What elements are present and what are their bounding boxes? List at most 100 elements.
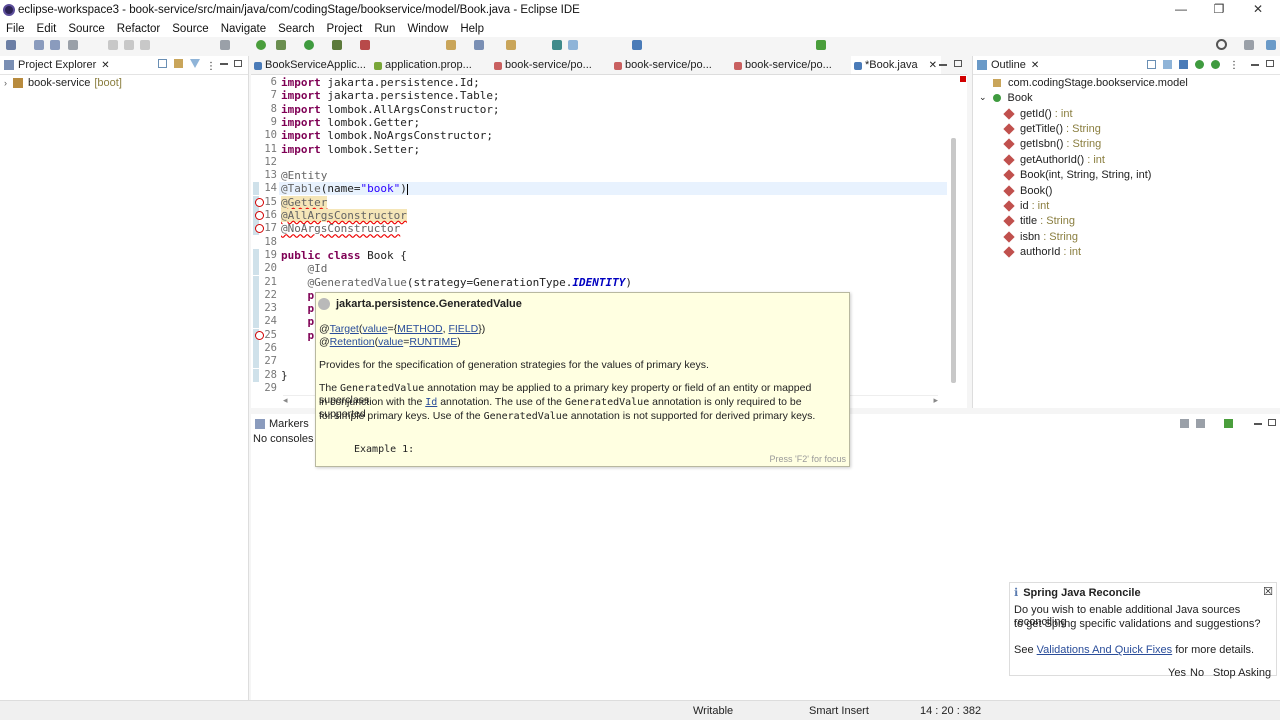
vertical-scrollbar[interactable] xyxy=(951,138,956,383)
code-line[interactable]: import lombok.Getter; xyxy=(281,116,420,129)
close-icon[interactable]: ✕ xyxy=(101,60,109,71)
save-icon[interactable] xyxy=(34,40,44,50)
new-icon[interactable] xyxy=(6,40,16,50)
mark-occurrences-icon[interactable] xyxy=(568,40,578,50)
tab-pom-1[interactable]: book-service/po... xyxy=(491,56,611,74)
new-java-icon[interactable] xyxy=(446,40,456,50)
menu-run[interactable]: Run xyxy=(368,23,401,35)
target-link[interactable]: Target xyxy=(330,323,359,335)
outline-member[interactable]: getId(): int xyxy=(1003,106,1073,121)
menu-help[interactable]: Help xyxy=(454,23,490,35)
run-icon[interactable] xyxy=(304,40,314,50)
code-line[interactable]: } xyxy=(281,369,288,382)
retention-value-link[interactable]: value xyxy=(378,336,403,348)
code-line[interactable]: import lombok.AllArgsConstructor; xyxy=(281,103,500,116)
code-line[interactable]: @NoArgsConstructor xyxy=(281,222,400,235)
minimize-view-icon[interactable] xyxy=(220,63,228,65)
code-line[interactable]: @Getter xyxy=(281,195,328,209)
globe-icon[interactable] xyxy=(632,40,642,50)
code-line[interactable]: p xyxy=(281,329,314,342)
project-explorer-tab[interactable]: Project Explorer ✕ ⋮ xyxy=(0,56,248,75)
outline-member[interactable]: isbn: String xyxy=(1003,229,1078,244)
close-icon[interactable]: ✕ xyxy=(1031,60,1039,71)
code-line[interactable]: import jakarta.persistence.Table; xyxy=(281,89,500,102)
no-button[interactable]: No xyxy=(1190,667,1204,679)
open-console-icon[interactable] xyxy=(1224,419,1233,428)
menu-project[interactable]: Project xyxy=(321,23,369,35)
outline-member[interactable]: authorId: int xyxy=(1003,245,1081,260)
stop-asking-button[interactable]: Stop Asking xyxy=(1213,667,1271,679)
menu-window[interactable]: Window xyxy=(401,23,454,35)
method-link[interactable]: METHOD xyxy=(397,323,443,335)
menu-source[interactable]: Source xyxy=(62,23,110,35)
display-console-icon[interactable] xyxy=(1196,419,1205,428)
code-line[interactable]: @Id xyxy=(281,262,327,275)
minimize-view-icon[interactable] xyxy=(1251,64,1259,66)
outline-member[interactable]: id: int xyxy=(1003,198,1049,213)
menu-refactor[interactable]: Refactor xyxy=(111,23,166,35)
outline-member[interactable]: title: String xyxy=(1003,214,1075,229)
maximize-button[interactable]: ❐ xyxy=(1204,2,1234,18)
menu-edit[interactable]: Edit xyxy=(31,23,63,35)
close-button[interactable]: ✕ xyxy=(1243,2,1273,18)
tab-application-properties[interactable]: application.prop... xyxy=(371,56,491,74)
retention-link[interactable]: Retention xyxy=(330,336,375,348)
java-perspective-icon[interactable] xyxy=(1266,40,1276,50)
chevron-down-icon[interactable]: ⌄ xyxy=(979,92,987,103)
outline-tab[interactable]: Outline ✕ ⋮ xyxy=(973,56,1280,75)
resume-icon[interactable] xyxy=(108,40,118,50)
view-menu-icon[interactable]: ⋮ xyxy=(1229,60,1239,71)
outline-member[interactable]: getAuthorId(): int xyxy=(1003,152,1105,167)
coverage-icon[interactable] xyxy=(332,40,342,50)
spring-icon[interactable] xyxy=(256,40,266,50)
close-tab-icon[interactable]: ✕ xyxy=(929,56,937,74)
outline-member[interactable]: getTitle(): String xyxy=(1003,121,1101,136)
validations-link[interactable]: Validations And Quick Fixes xyxy=(1037,644,1173,656)
minimize-editor-icon[interactable] xyxy=(939,64,947,66)
code-line[interactable]: import lombok.NoArgsConstructor; xyxy=(281,129,493,142)
link-editor-icon[interactable] xyxy=(174,59,183,68)
menu-file[interactable]: File xyxy=(0,23,31,35)
save-all-icon[interactable] xyxy=(50,40,60,50)
filter-icon[interactable] xyxy=(190,59,200,68)
pin-console-icon[interactable] xyxy=(1180,419,1189,428)
maximize-editor-icon[interactable] xyxy=(954,60,962,67)
collapse-all-icon[interactable] xyxy=(158,59,167,68)
hide-fields-icon[interactable] xyxy=(1179,60,1188,69)
tree-item-project[interactable]: › book-service [boot] xyxy=(4,75,248,91)
runtime-link[interactable]: RUNTIME xyxy=(409,336,457,348)
close-notification-icon[interactable]: ☒ xyxy=(1263,585,1273,598)
code-line[interactable]: public class Book { xyxy=(281,249,407,262)
code-line[interactable]: @Table(name="book") xyxy=(281,182,408,195)
collapse-all-icon[interactable] xyxy=(1147,60,1156,69)
chevron-right-icon[interactable]: › xyxy=(4,78,7,88)
menu-source-2[interactable]: Source xyxy=(166,23,214,35)
code-line[interactable]: @GeneratedValue(strategy=GenerationType.… xyxy=(281,276,632,289)
code-line[interactable]: import jakarta.persistence.Id; xyxy=(281,76,480,89)
tab-pom-2[interactable]: book-service/po... xyxy=(611,56,731,74)
code-line[interactable]: @Entity xyxy=(281,169,327,182)
outline-member[interactable]: Book() xyxy=(1003,183,1055,198)
code-line[interactable]: p xyxy=(281,302,314,315)
open-perspective-icon[interactable] xyxy=(816,40,826,50)
target-value-link[interactable]: value xyxy=(362,323,387,335)
new-package-icon[interactable] xyxy=(474,40,484,50)
view-menu-icon[interactable]: ⋮ xyxy=(206,61,216,72)
outline-member[interactable]: getIsbn(): String xyxy=(1003,137,1101,152)
print-icon[interactable] xyxy=(68,40,78,50)
maximize-view-icon[interactable] xyxy=(1268,419,1276,426)
sort-icon[interactable] xyxy=(1163,60,1172,69)
menu-navigate[interactable]: Navigate xyxy=(215,23,272,35)
error-overview-marker[interactable] xyxy=(960,76,966,82)
debug-icon[interactable] xyxy=(276,40,286,50)
hide-static-icon[interactable] xyxy=(1195,60,1204,69)
minimize-view-icon[interactable] xyxy=(1254,423,1262,425)
outline-member[interactable]: Book(int, String, String, int) xyxy=(1003,168,1154,183)
code-line[interactable]: import lombok.Setter; xyxy=(281,143,420,156)
outline-class[interactable]: ⌄ Book xyxy=(979,90,1033,105)
hide-non-public-icon[interactable] xyxy=(1211,60,1220,69)
yes-button[interactable]: Yes xyxy=(1168,667,1186,679)
open-type-icon[interactable] xyxy=(506,40,516,50)
perspective-icon[interactable] xyxy=(1244,40,1254,50)
code-line[interactable]: p xyxy=(281,315,314,328)
